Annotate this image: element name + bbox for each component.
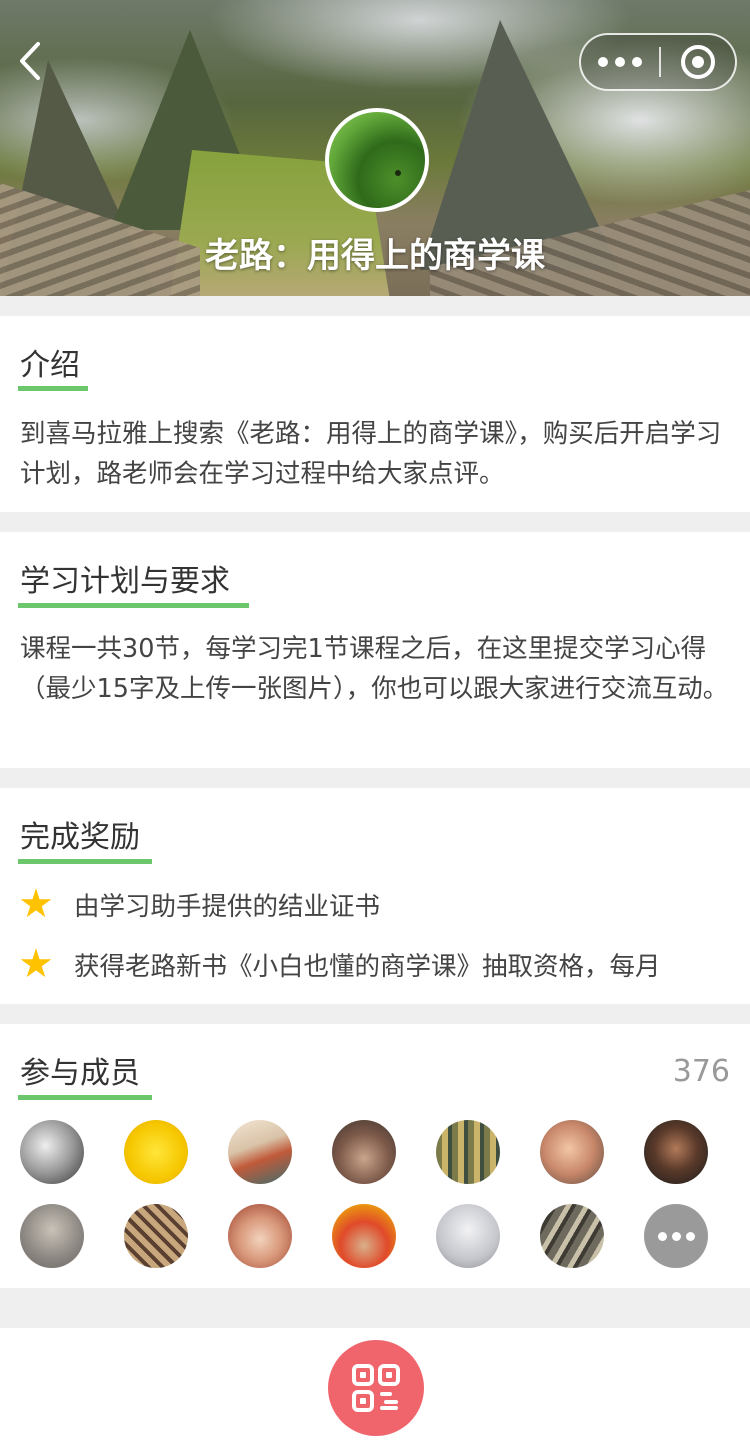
member-avatar[interactable] bbox=[124, 1204, 188, 1268]
reward-title-underline bbox=[18, 859, 152, 864]
member-avatar[interactable] bbox=[228, 1204, 292, 1268]
more-menu-button[interactable] bbox=[581, 35, 659, 89]
member-avatar[interactable] bbox=[228, 1120, 292, 1184]
plan-section: 学习计划与要求 课程一共30节，每学习完1节课程之后，在这里提交学习心得（最少1… bbox=[0, 532, 750, 768]
reward-section: 完成奖励 由学习助手提供的结业证书 获得老路新书《小白也懂的商学课》抽取资格，每… bbox=[0, 788, 750, 1004]
intro-title: 介绍 bbox=[20, 348, 80, 383]
member-avatar[interactable] bbox=[644, 1120, 708, 1184]
member-avatar[interactable] bbox=[436, 1204, 500, 1268]
member-count: 376 bbox=[672, 1054, 730, 1089]
qr-code-button[interactable] bbox=[328, 1340, 424, 1436]
page-title: 老路：用得上的商学课 bbox=[205, 236, 545, 276]
more-dots-icon bbox=[657, 1231, 667, 1241]
reward-item: 由学习助手提供的结业证书 bbox=[20, 884, 380, 924]
reward-item-text: 由学习助手提供的结业证书 bbox=[74, 891, 381, 922]
reward-item-text: 获得老路新书《小白也懂的商学课》抽取资格，每月 bbox=[74, 951, 661, 982]
member-avatar[interactable] bbox=[540, 1204, 604, 1268]
mini-program-capsule bbox=[579, 33, 737, 91]
intro-section: 介绍 到喜马拉雅上搜索《老路：用得上的商学课》，购买后开启学习计划，路老师会在学… bbox=[0, 316, 750, 512]
member-avatar[interactable] bbox=[540, 1120, 604, 1184]
member-avatar[interactable] bbox=[332, 1120, 396, 1184]
member-avatar[interactable] bbox=[332, 1204, 396, 1268]
intro-text: 到喜马拉雅上搜索《老路：用得上的商学课》，购买后开启学习计划，路老师会在学习过程… bbox=[20, 419, 722, 489]
target-circle-icon bbox=[681, 45, 715, 79]
member-avatar[interactable] bbox=[20, 1204, 84, 1268]
back-arrow-icon bbox=[20, 42, 40, 80]
more-dots-icon bbox=[598, 57, 608, 67]
qr-code-icon bbox=[352, 1364, 400, 1412]
more-members-button[interactable] bbox=[644, 1204, 708, 1268]
member-avatar[interactable] bbox=[20, 1120, 84, 1184]
members-section: 参与成员 376 bbox=[0, 1024, 750, 1288]
intro-title-underline bbox=[18, 386, 88, 391]
member-avatar[interactable] bbox=[124, 1120, 188, 1184]
plan-text: 课程一共30节，每学习完1节课程之后，在这里提交学习心得（最少15字及上传一张图… bbox=[20, 634, 729, 704]
reward-title: 完成奖励 bbox=[20, 820, 140, 855]
back-button[interactable] bbox=[14, 38, 50, 84]
group-avatar bbox=[325, 108, 429, 212]
star-icon bbox=[20, 948, 52, 978]
members-title-underline bbox=[18, 1095, 152, 1100]
plan-title-underline bbox=[18, 603, 249, 608]
reward-item: 获得老路新书《小白也懂的商学课》抽取资格，每月 bbox=[20, 944, 661, 984]
plan-title: 学习计划与要求 bbox=[20, 564, 230, 599]
close-mini-program-button[interactable] bbox=[661, 45, 735, 79]
members-title: 参与成员 bbox=[20, 1056, 140, 1091]
star-icon bbox=[20, 888, 52, 918]
member-avatar[interactable] bbox=[436, 1120, 500, 1184]
